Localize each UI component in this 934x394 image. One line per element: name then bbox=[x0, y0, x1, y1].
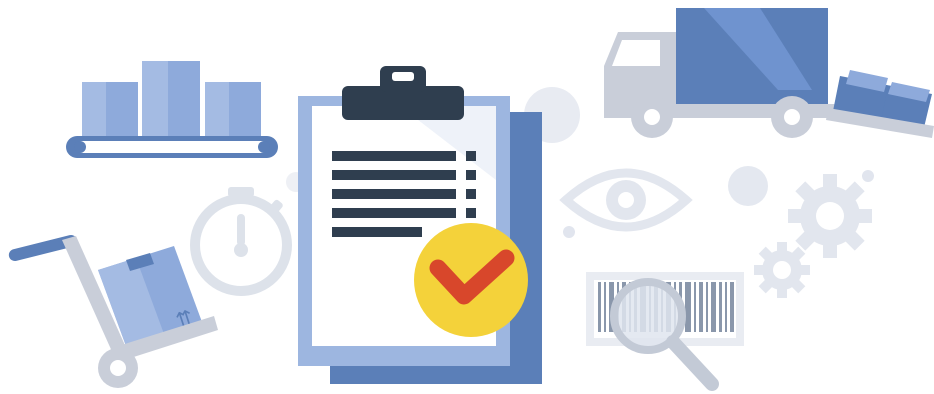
eye-icon bbox=[559, 168, 693, 232]
clipboard-checklist-icon bbox=[298, 66, 542, 384]
checkmark-badge-icon bbox=[414, 223, 528, 337]
logistics-illustration: ⇈ bbox=[8, 8, 934, 391]
barcode-magnifier-icon bbox=[586, 272, 744, 391]
gears-icon bbox=[754, 174, 872, 298]
delivery-truck-icon bbox=[604, 8, 934, 138]
stopwatch-icon bbox=[190, 187, 292, 296]
hand-truck-icon: ⇈ bbox=[8, 234, 218, 388]
conveyor-belt-icon bbox=[66, 61, 278, 158]
